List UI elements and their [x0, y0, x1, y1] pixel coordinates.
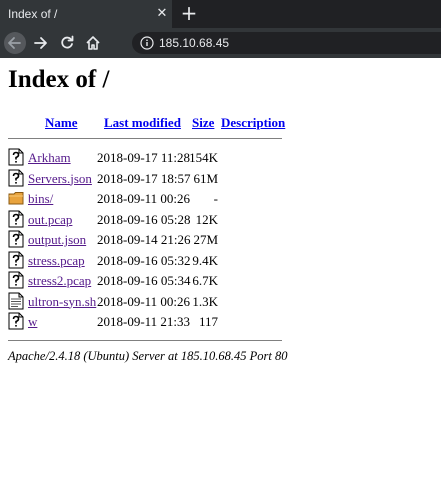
unknown-file-icon	[8, 148, 24, 166]
file-link[interactable]: Arkham	[28, 150, 71, 166]
file-row: stress.pcap 2018-09-16 05:32 9.4K	[0, 251, 441, 271]
forward-arrow-icon	[34, 37, 47, 49]
column-header-name[interactable]: Name	[45, 115, 78, 131]
tab-title: Index of /	[8, 7, 58, 21]
unknown-file-icon	[8, 251, 24, 269]
file-size: 117	[198, 314, 218, 329]
file-row: output.json 2018-09-14 21:26 27M	[0, 230, 441, 250]
footer-divider	[8, 340, 282, 341]
file-size: 154K	[189, 150, 218, 165]
tab-strip: Index of / ✕ +	[0, 0, 441, 28]
page-content: Index of / Name Last modified Size Descr…	[0, 58, 441, 485]
column-header-description[interactable]: Description	[221, 115, 285, 131]
browser-toolbar: 185.10.68.45	[0, 28, 441, 58]
file-size: -	[213, 191, 218, 206]
unknown-file-icon	[8, 169, 24, 187]
file-link[interactable]: stress2.pcap	[28, 273, 91, 289]
info-icon[interactable]	[140, 36, 154, 50]
unknown-file-icon	[8, 271, 24, 289]
column-header-last-modified[interactable]: Last modified	[104, 115, 181, 131]
home-button[interactable]	[82, 32, 104, 54]
file-modified: 2018-09-17 18:57	[97, 170, 191, 186]
file-size: 9.4K	[192, 252, 218, 268]
unknown-file-icon	[8, 312, 24, 330]
file-row: Arkham 2018-09-17 11:28 154K	[0, 148, 441, 168]
file-row: Servers.json 2018-09-17 18:57 61M	[0, 169, 441, 189]
file-modified: 2018-09-11 00:26	[97, 191, 191, 206]
file-link[interactable]: output.json	[28, 232, 86, 248]
page-title: Index of /	[8, 66, 110, 93]
file-link[interactable]: ultron-syn.sh	[28, 294, 96, 310]
forward-button[interactable]	[30, 32, 52, 54]
file-size: 6.7K	[192, 273, 218, 288]
file-link[interactable]: bins/	[28, 191, 53, 207]
column-header-size[interactable]: Size	[192, 115, 214, 131]
header-divider	[8, 138, 282, 139]
file-modified: 2018-09-17 11:28	[97, 150, 191, 165]
back-button[interactable]	[4, 32, 26, 54]
file-row: w 2018-09-11 21:33 117	[0, 312, 441, 332]
file-size: 27M	[193, 232, 218, 247]
home-icon	[86, 36, 100, 50]
file-modified: 2018-09-16 05:32	[97, 252, 191, 268]
file-row: bins/2018-09-11 00:26 -	[0, 189, 441, 209]
file-row: out.pcap 2018-09-16 05:28 12K	[0, 210, 441, 230]
file-modified: 2018-09-11 00:26	[97, 293, 191, 309]
file-modified: 2018-09-11 21:33	[97, 314, 191, 329]
folder-icon	[8, 189, 24, 207]
file-modified: 2018-09-16 05:34	[97, 273, 191, 288]
file-size: 1.3K	[192, 293, 218, 309]
unknown-file-icon	[8, 230, 24, 248]
browser-tab[interactable]: Index of / ✕	[0, 0, 172, 28]
reload-icon	[61, 35, 74, 49]
back-arrow-icon	[8, 37, 21, 49]
server-signature: Apache/2.4.18 (Ubuntu) Server at 185.10.…	[8, 349, 288, 363]
new-tab-icon[interactable]: +	[180, 3, 198, 23]
reload-button[interactable]	[56, 32, 78, 54]
unknown-file-icon	[8, 210, 24, 228]
text-file-icon	[8, 292, 24, 310]
file-modified: 2018-09-16 05:28	[97, 211, 191, 227]
file-link[interactable]: Servers.json	[28, 171, 92, 187]
file-size: 12K	[195, 211, 218, 227]
file-link[interactable]: stress.pcap	[28, 253, 85, 269]
close-tab-icon[interactable]: ✕	[155, 6, 169, 20]
file-row: stress2.pcap 2018-09-16 05:34 6.7K	[0, 271, 441, 291]
file-row: ultron-syn.sh 2018-09-11 00:26 1.3K	[0, 292, 441, 312]
file-link[interactable]: w	[28, 314, 37, 330]
address-bar[interactable]: 185.10.68.45	[132, 32, 441, 54]
file-modified: 2018-09-14 21:26	[97, 232, 191, 247]
url-text: 185.10.68.45	[159, 36, 230, 50]
file-link[interactable]: out.pcap	[28, 212, 72, 228]
file-size: 61M	[193, 170, 218, 186]
